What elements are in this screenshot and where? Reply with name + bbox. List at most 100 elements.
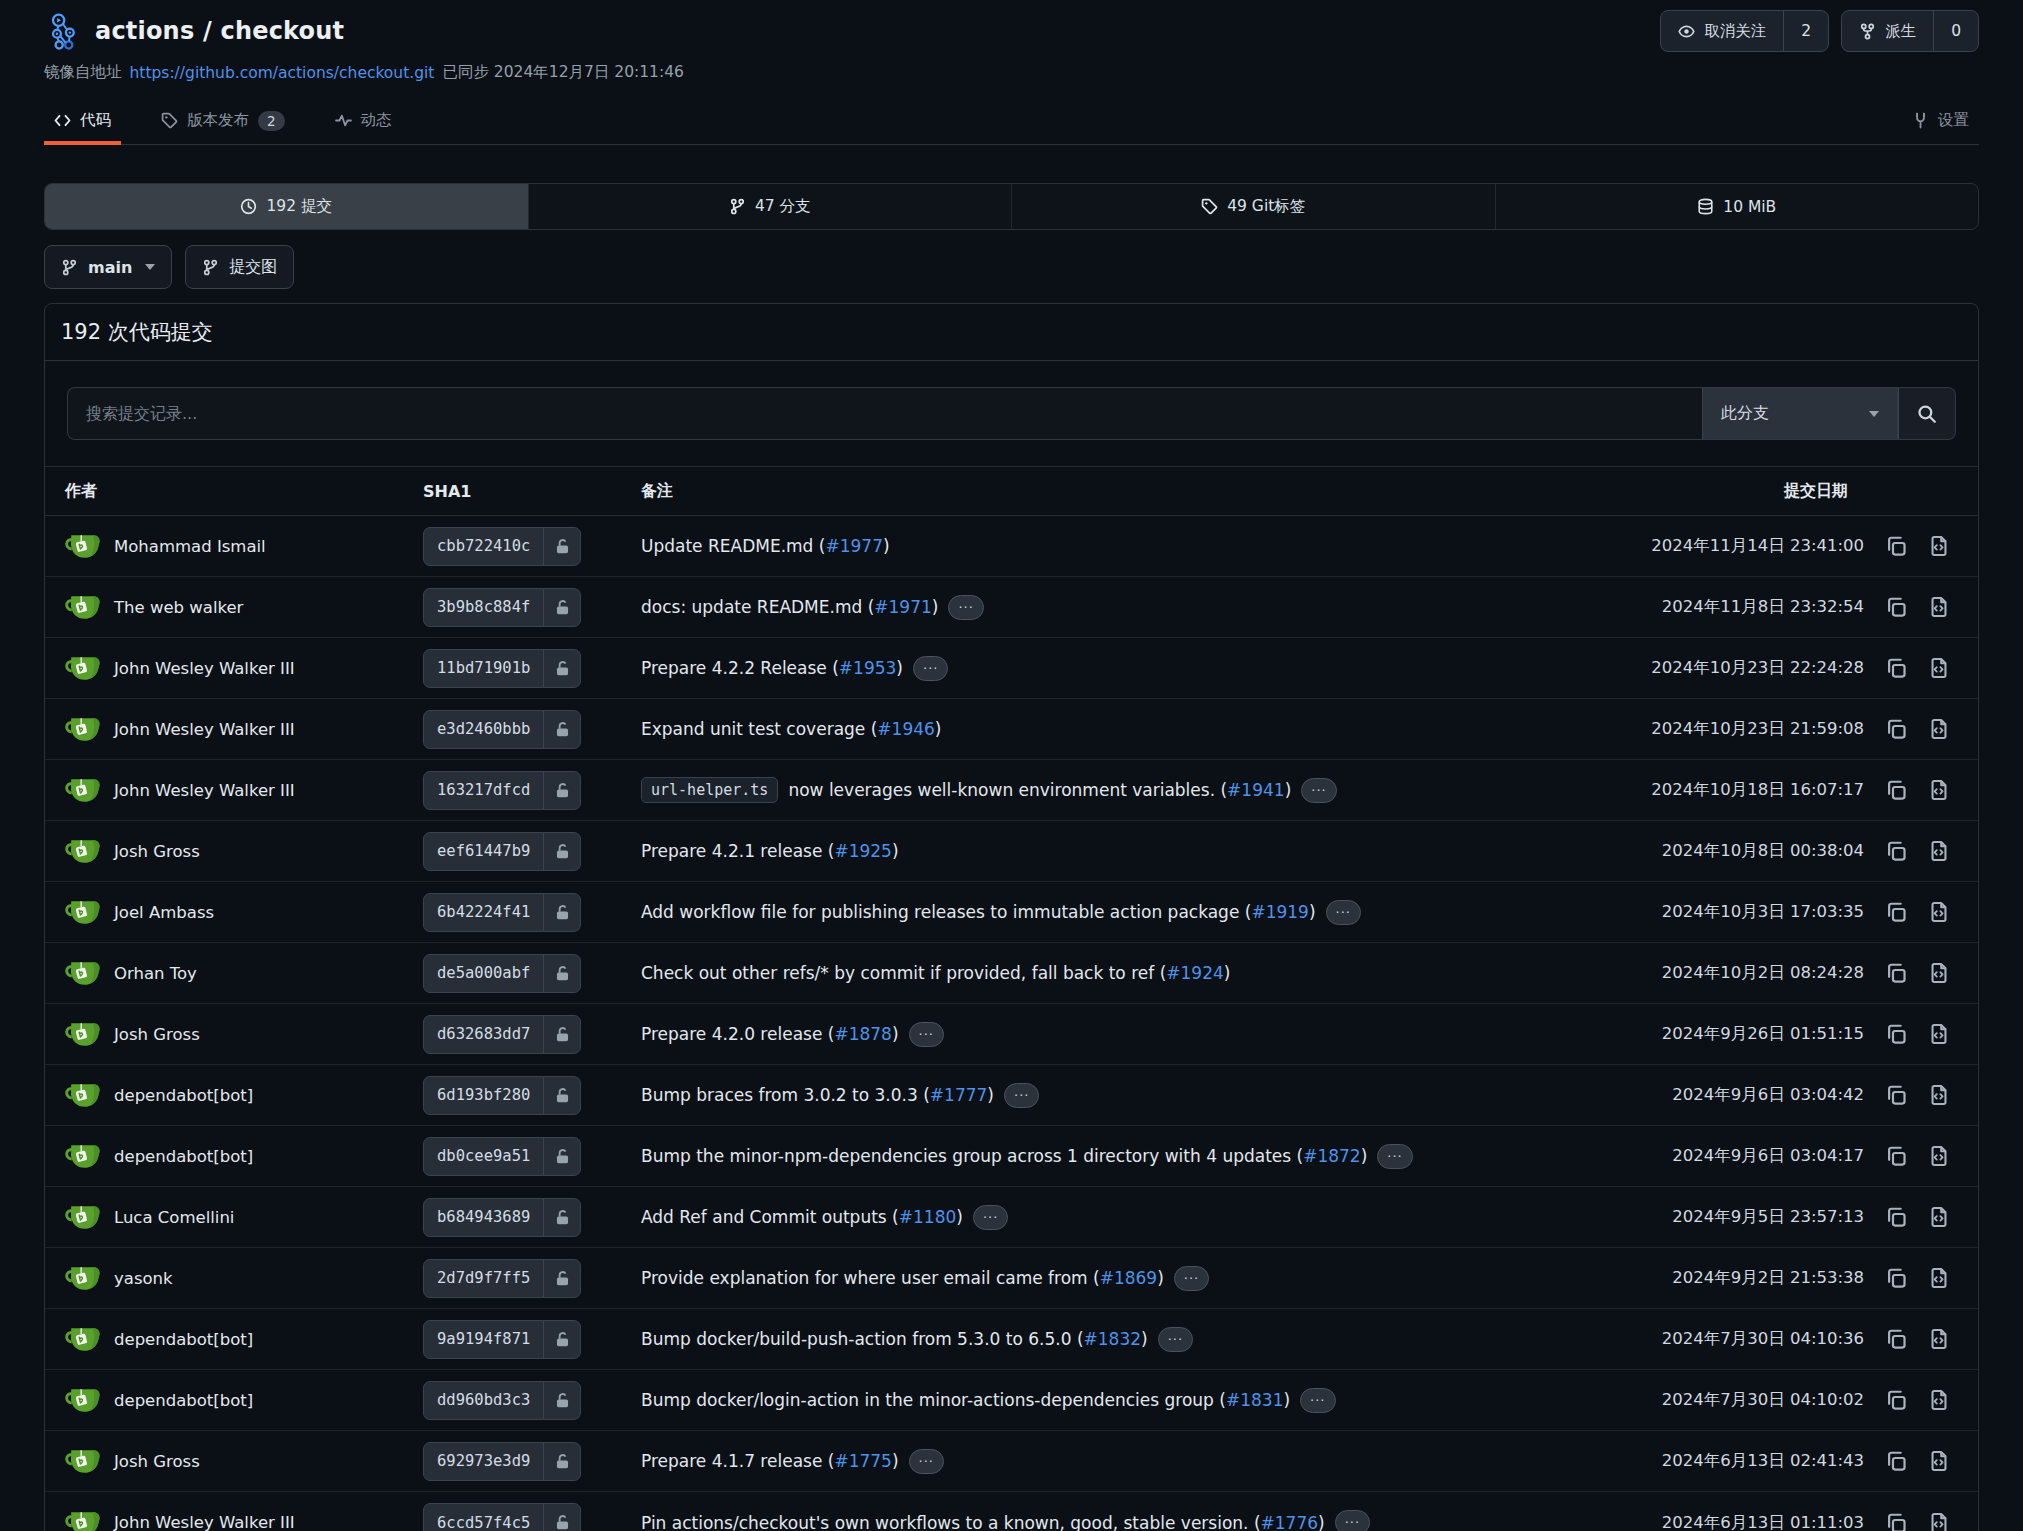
commit-message[interactable]: Add workflow file for publishing release…: [641, 902, 1316, 922]
commit-sha[interactable]: 11bd71901b: [424, 650, 543, 687]
browse-source-button[interactable]: [1928, 901, 1950, 923]
pr-link[interactable]: #1180: [899, 1207, 957, 1227]
expand-commit-button[interactable]: ···: [948, 595, 983, 620]
commit-sha[interactable]: 3b9b8c884f: [424, 589, 543, 626]
browse-source-button[interactable]: [1928, 1267, 1950, 1289]
expand-commit-button[interactable]: ···: [1301, 778, 1336, 803]
pr-link[interactable]: #1946: [877, 719, 935, 739]
commit-sha[interactable]: 2d7d9f7ff5: [424, 1260, 543, 1297]
commit-message[interactable]: docs: update README.md (#1971): [641, 597, 938, 617]
commit-sha[interactable]: e3d2460bbb: [424, 711, 543, 748]
copy-sha-button[interactable]: [1885, 1328, 1907, 1350]
commit-sha[interactable]: 163217dfcd: [424, 772, 543, 809]
copy-sha-button[interactable]: [1885, 1206, 1907, 1228]
commit-message[interactable]: Add Ref and Commit outputs (#1180): [641, 1207, 963, 1227]
commit-sha-badge[interactable]: dd960bd3c3: [423, 1381, 581, 1420]
fork-button[interactable]: 派生 0: [1841, 10, 1979, 52]
commit-sha[interactable]: db0cee9a51: [424, 1138, 543, 1175]
copy-sha-button[interactable]: [1885, 1145, 1907, 1167]
browse-source-button[interactable]: [1928, 657, 1950, 679]
pr-link[interactable]: #1971: [874, 597, 932, 617]
expand-commit-button[interactable]: ···: [913, 656, 948, 681]
mirror-url-link[interactable]: https://github.com/actions/checkout.git: [130, 64, 435, 82]
commit-sha-badge[interactable]: 9a9194f871: [423, 1320, 581, 1359]
commit-sha-badge[interactable]: eef61447b9: [423, 832, 581, 871]
copy-sha-button[interactable]: [1885, 657, 1907, 679]
copy-sha-button[interactable]: [1885, 535, 1907, 557]
pr-link[interactable]: #1869: [1100, 1268, 1158, 1288]
pr-link[interactable]: #1832: [1084, 1329, 1142, 1349]
browse-source-button[interactable]: [1928, 1328, 1950, 1350]
commit-sha-badge[interactable]: 2d7d9f7ff5: [423, 1259, 581, 1298]
expand-commit-button[interactable]: ···: [1335, 1510, 1370, 1531]
commit-sha[interactable]: 692973e3d9: [424, 1443, 543, 1480]
browse-source-button[interactable]: [1928, 840, 1950, 862]
commit-sha-badge[interactable]: 6ccd57f4c5: [423, 1503, 581, 1531]
browse-source-button[interactable]: [1928, 1084, 1950, 1106]
commit-message[interactable]: Bump docker/build-push-action from 5.3.0…: [641, 1329, 1148, 1349]
commit-sha[interactable]: de5a000abf: [424, 955, 543, 992]
commit-sha[interactable]: 6b42224f41: [424, 894, 543, 931]
copy-sha-button[interactable]: [1885, 1084, 1907, 1106]
browse-source-button[interactable]: [1928, 718, 1950, 740]
browse-source-button[interactable]: [1928, 1206, 1950, 1228]
expand-commit-button[interactable]: ···: [1004, 1083, 1039, 1108]
pr-link[interactable]: #1924: [1166, 963, 1224, 983]
commit-sha[interactable]: eef61447b9: [424, 833, 543, 870]
browse-source-button[interactable]: [1928, 1450, 1950, 1472]
fork-count[interactable]: 0: [1933, 11, 1978, 51]
pr-link[interactable]: #1777: [930, 1085, 988, 1105]
copy-sha-button[interactable]: [1885, 1267, 1907, 1289]
pr-link[interactable]: #1941: [1227, 780, 1285, 800]
copy-sha-button[interactable]: [1885, 962, 1907, 984]
commit-sha[interactable]: b684943689: [424, 1199, 543, 1236]
browse-source-button[interactable]: [1928, 962, 1950, 984]
browse-source-button[interactable]: [1928, 1389, 1950, 1411]
commit-sha-badge[interactable]: db0cee9a51: [423, 1137, 581, 1176]
commit-message[interactable]: Prepare 4.1.7 release (#1775): [641, 1451, 899, 1471]
browse-source-button[interactable]: [1928, 1145, 1950, 1167]
commit-search-input[interactable]: [67, 387, 1702, 440]
copy-sha-button[interactable]: [1885, 1023, 1907, 1045]
pr-link[interactable]: #1919: [1251, 902, 1309, 922]
branch-filter-dropdown[interactable]: 此分支: [1702, 387, 1898, 440]
browse-source-button[interactable]: [1928, 1512, 1950, 1531]
pr-link[interactable]: #1831: [1226, 1390, 1284, 1410]
expand-commit-button[interactable]: ···: [973, 1205, 1008, 1230]
tab-activity[interactable]: 动态: [325, 97, 402, 144]
commit-graph-button[interactable]: 提交图: [185, 245, 294, 289]
browse-source-button[interactable]: [1928, 1023, 1950, 1045]
commit-message[interactable]: Pin actions/checkout's own workflows to …: [641, 1513, 1325, 1531]
copy-sha-button[interactable]: [1885, 840, 1907, 862]
expand-commit-button[interactable]: ···: [1174, 1266, 1209, 1291]
commit-sha-badge[interactable]: de5a000abf: [423, 954, 581, 993]
copy-sha-button[interactable]: [1885, 596, 1907, 618]
commit-sha-badge[interactable]: b684943689: [423, 1198, 581, 1237]
pr-link[interactable]: #1953: [839, 658, 897, 678]
commit-sha-badge[interactable]: 692973e3d9: [423, 1442, 581, 1481]
commit-message[interactable]: Update README.md (#1977): [641, 536, 890, 556]
copy-sha-button[interactable]: [1885, 1389, 1907, 1411]
pr-link[interactable]: #1925: [834, 841, 892, 861]
copy-sha-button[interactable]: [1885, 1512, 1907, 1531]
pr-link[interactable]: #1775: [834, 1451, 892, 1471]
pr-link[interactable]: #1977: [825, 536, 883, 556]
commit-sha-badge[interactable]: 11bd71901b: [423, 649, 581, 688]
browse-source-button[interactable]: [1928, 535, 1950, 557]
watch-count[interactable]: 2: [1783, 11, 1828, 51]
commit-message[interactable]: Prepare 4.2.2 Release (#1953): [641, 658, 903, 678]
pr-link[interactable]: #1776: [1261, 1513, 1319, 1531]
commit-sha-badge[interactable]: e3d2460bbb: [423, 710, 581, 749]
commit-message[interactable]: Prepare 4.2.0 release (#1878): [641, 1024, 899, 1044]
commit-message[interactable]: Bump braces from 3.0.2 to 3.0.3 (#1777): [641, 1085, 994, 1105]
tab-code[interactable]: 代码: [44, 97, 121, 144]
expand-commit-button[interactable]: ···: [909, 1449, 944, 1474]
copy-sha-button[interactable]: [1885, 718, 1907, 740]
browse-source-button[interactable]: [1928, 779, 1950, 801]
commit-sha-badge[interactable]: 3b9b8c884f: [423, 588, 581, 627]
stat-tags[interactable]: 49 Git标签: [1012, 184, 1496, 229]
expand-commit-button[interactable]: ···: [909, 1022, 944, 1047]
commit-search-button[interactable]: [1898, 387, 1956, 440]
expand-commit-button[interactable]: ···: [1377, 1144, 1412, 1169]
commit-sha[interactable]: 6d193bf280: [424, 1077, 543, 1114]
